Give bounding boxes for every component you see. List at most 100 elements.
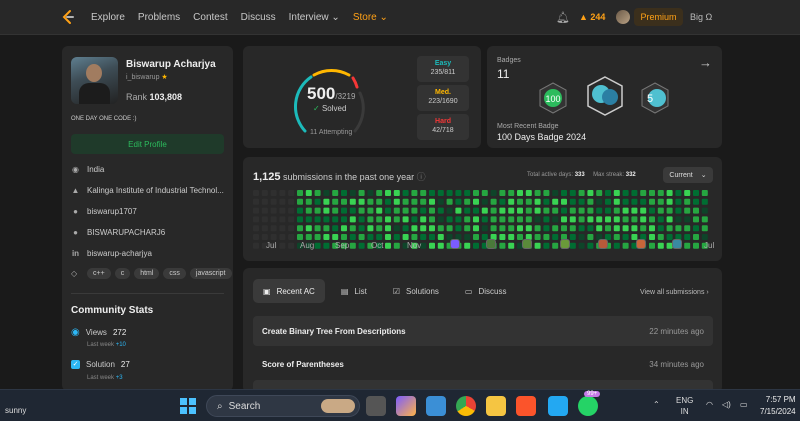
chevron-up-icon[interactable]: ⌃ <box>653 400 660 409</box>
heatmap-cell[interactable] <box>587 225 594 232</box>
heatmap-cell[interactable] <box>622 198 629 205</box>
heatmap-cell[interactable] <box>561 207 567 214</box>
heatmap-cell[interactable] <box>323 234 330 240</box>
heatmap-cell[interactable] <box>455 198 462 205</box>
heatmap-cell[interactable] <box>622 242 629 249</box>
vscode-icon[interactable] <box>548 396 568 416</box>
heatmap-cell[interactable] <box>253 216 259 223</box>
heatmap-cell[interactable] <box>481 216 488 223</box>
edit-profile-button[interactable]: Edit Profile <box>71 134 224 154</box>
heatmap-cell[interactable] <box>525 216 532 223</box>
heatmap-cell[interactable] <box>323 225 330 232</box>
heatmap-cell[interactable] <box>288 198 295 205</box>
heatmap-cell[interactable] <box>385 198 391 205</box>
heatmap-cell[interactable] <box>323 242 330 249</box>
heatmap-cell[interactable] <box>543 207 550 214</box>
heatmap-cell[interactable] <box>578 225 585 232</box>
heatmap-cell[interactable] <box>464 234 471 240</box>
arrow-right-icon[interactable]: → <box>699 55 712 70</box>
heatmap-cell[interactable] <box>684 242 691 249</box>
heatmap-cell[interactable] <box>323 198 330 205</box>
heatmap-cell[interactable] <box>552 225 559 232</box>
heatmap-cell[interactable] <box>666 216 673 223</box>
heatmap-cell[interactable] <box>420 225 427 232</box>
heatmap-cell[interactable] <box>649 242 655 249</box>
heatmap-cell[interactable] <box>569 190 576 196</box>
heatmap-cell[interactable] <box>552 207 559 214</box>
heatmap-cell[interactable] <box>508 198 515 205</box>
heatmap-cell[interactable] <box>561 190 567 196</box>
heatmap-cell[interactable] <box>411 216 418 223</box>
heatmap-cell[interactable] <box>569 198 576 205</box>
heatmap-cell[interactable] <box>534 225 541 232</box>
widgets-icon[interactable] <box>426 396 446 416</box>
heatmap-cell[interactable] <box>464 225 471 232</box>
weather-widget[interactable]: sunny <box>5 406 26 415</box>
heatmap-cell[interactable] <box>499 242 506 249</box>
heatmap-cell[interactable] <box>605 198 611 205</box>
heatmap-cell[interactable] <box>657 225 664 232</box>
heatmap-cell[interactable] <box>622 207 629 214</box>
heatmap-cell[interactable] <box>622 216 629 223</box>
heatmap-cell[interactable] <box>675 207 682 214</box>
heatmap-cell[interactable] <box>288 225 295 232</box>
heatmap-cell[interactable] <box>649 207 655 214</box>
premium-button[interactable]: Premium <box>634 8 683 26</box>
heatmap-cell[interactable] <box>253 234 259 240</box>
heatmap-cell[interactable] <box>517 190 523 196</box>
heatmap-cell[interactable] <box>481 207 488 214</box>
heatmap-cell[interactable] <box>613 225 620 232</box>
heatmap-cell[interactable] <box>253 207 259 214</box>
badge-icon[interactable]: 5 <box>639 82 671 114</box>
heatmap-cell[interactable] <box>693 198 699 205</box>
heatmap-cell[interactable] <box>314 216 321 223</box>
heatmap-cell[interactable] <box>261 190 268 196</box>
heatmap-cell[interactable] <box>393 190 400 196</box>
tab-discuss[interactable]: ▭ Discuss <box>455 279 517 303</box>
heatmap-cell[interactable] <box>393 242 400 249</box>
heatmap-cell[interactable] <box>402 207 409 214</box>
heatmap-cell[interactable] <box>279 207 286 214</box>
heatmap-cell[interactable] <box>376 216 383 223</box>
heatmap-cell[interactable] <box>613 242 620 249</box>
heatmap-cell[interactable] <box>385 234 391 240</box>
heatmap-cell[interactable] <box>358 190 365 196</box>
heatmap-cell[interactable] <box>402 234 409 240</box>
skill-tag[interactable]: javascript <box>189 268 232 279</box>
heatmap-cell[interactable] <box>455 207 462 214</box>
heatmap-cell[interactable] <box>675 190 682 196</box>
heatmap-cell[interactable] <box>376 225 383 232</box>
heatmap-cell[interactable] <box>367 198 374 205</box>
heatmap-cell[interactable] <box>666 190 673 196</box>
heatmap-cell[interactable] <box>490 207 497 214</box>
hard-stat[interactable]: Hard 42/718 <box>417 114 469 140</box>
heatmap-cell[interactable] <box>349 207 356 214</box>
heatmap-cell[interactable] <box>666 225 673 232</box>
brave-icon[interactable] <box>516 396 536 416</box>
heatmap-cell[interactable] <box>613 190 620 196</box>
heatmap-cell[interactable] <box>684 190 691 196</box>
skill-tag[interactable]: c <box>114 268 131 279</box>
heatmap-cell[interactable] <box>341 198 347 205</box>
heatmap-cell[interactable] <box>332 207 339 214</box>
skill-tag[interactable]: html <box>134 268 160 279</box>
heatmap-cell[interactable] <box>288 216 295 223</box>
heatmap-cell[interactable] <box>508 207 515 214</box>
heatmap-cell[interactable] <box>305 216 312 223</box>
heatmap-cell[interactable] <box>473 225 479 232</box>
heatmap-cell[interactable] <box>534 216 541 223</box>
heatmap-cell[interactable] <box>349 216 356 223</box>
heatmap-cell[interactable] <box>649 225 655 232</box>
heatmap-cell[interactable] <box>569 234 576 240</box>
heatmap-cell[interactable] <box>640 216 647 223</box>
heatmap-cell[interactable] <box>437 234 444 240</box>
badge-marker-icon[interactable] <box>672 239 682 249</box>
heatmap-cell[interactable] <box>297 216 303 223</box>
heatmap-cell[interactable] <box>499 216 506 223</box>
heatmap-cell[interactable] <box>499 207 506 214</box>
heatmap-cell[interactable] <box>613 216 620 223</box>
heatmap-cell[interactable] <box>402 225 409 232</box>
heatmap-cell[interactable] <box>587 234 594 240</box>
heatmap-cell[interactable] <box>666 207 673 214</box>
heatmap-cell[interactable] <box>261 198 268 205</box>
